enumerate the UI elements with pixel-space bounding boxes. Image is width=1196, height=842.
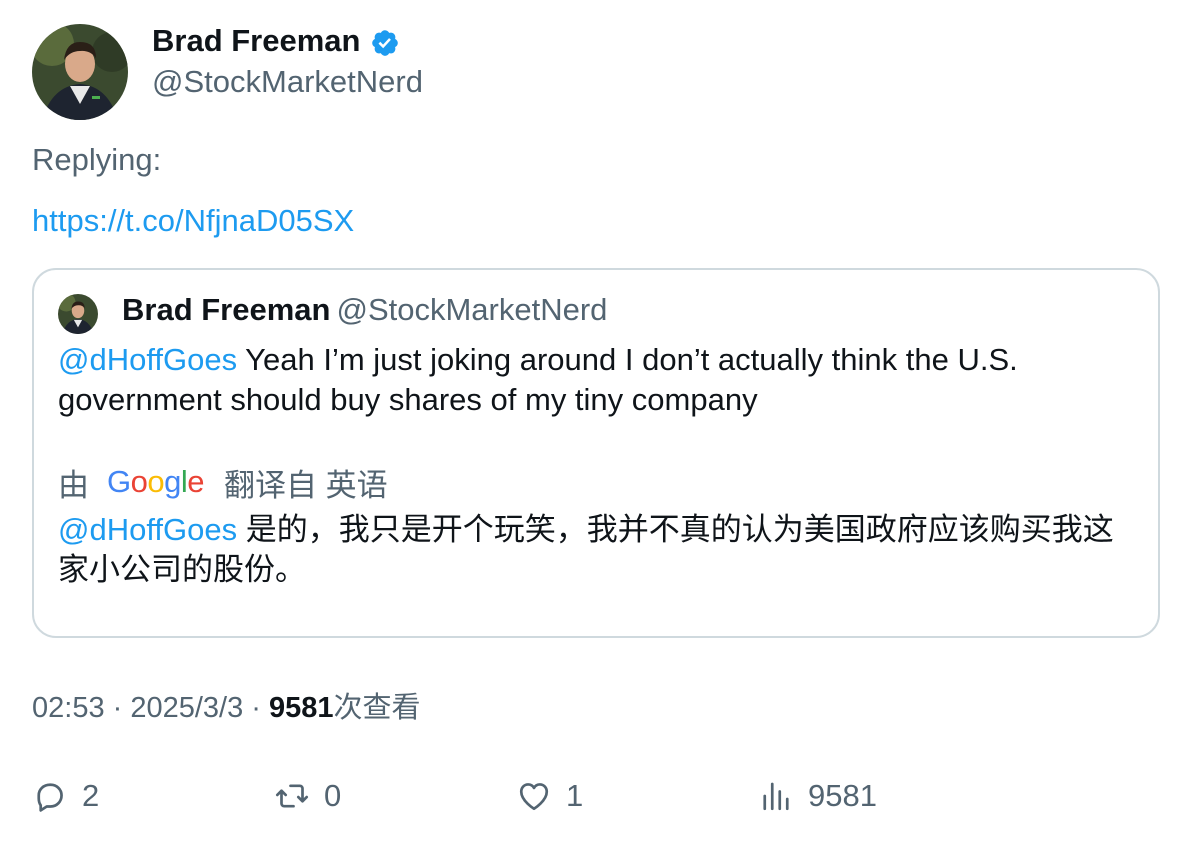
like-count: 1 [566,778,584,813]
reply-icon [37,783,63,812]
translation-attribution: 由 Google 翻译自 英语 [58,462,388,503]
author-name-row: Brad Freeman [152,20,400,62]
translation-by-label: 由 [58,467,89,503]
reply-count: 2 [82,778,100,813]
meta-separator: · [104,692,131,724]
google-logo: Google [107,464,205,499]
translated-text: @dHoffGoes 是的，我只是开个玩笑，我并不真的认为美国政府应该购买我这家… [58,510,1138,590]
tweet-time[interactable]: 02:53 [32,692,105,724]
analytics-icon [763,782,789,811]
author-name[interactable]: Brad Freeman [152,20,360,62]
retweet-count: 0 [324,778,342,813]
author-avatar[interactable] [32,24,128,120]
quoted-tweet-text: @dHoffGoes Yeah I’m just joking around I… [58,340,1138,420]
quoted-author-handle: @StockMarketNerd [336,292,608,327]
quoted-mention[interactable]: @dHoffGoes [58,342,237,377]
quoted-author-name: Brad Freeman [122,292,331,327]
meta-separator-2: · [243,692,270,724]
avatar-image [32,24,128,120]
retweet-button[interactable]: 0 [274,776,341,816]
quoted-header: Brad Freeman @StockMarketNerd [122,290,607,330]
retweet-icon [275,784,309,808]
quoted-avatar-image [58,294,98,334]
views-button[interactable]: 9581 [758,776,877,816]
action-bar: 2 0 1 9581 [32,776,1172,816]
translation-from-label: 翻译自 英语 [224,467,388,503]
quoted-tweet-card[interactable]: Brad Freeman @StockMarketNerd @dHoffGoes … [32,268,1160,638]
verified-badge-icon [372,30,399,56]
quoted-avatar[interactable] [58,294,98,334]
replying-label: Replying: [32,142,162,177]
author-handle[interactable]: @StockMarketNerd [152,62,423,102]
tweet-link[interactable]: https://t.co/NfjnaD05SX [32,201,354,241]
tweet-meta: 02:53 · 2025/3/3 · 9581次查看 [32,688,421,728]
tweet-date[interactable]: 2025/3/3 [130,692,243,724]
views-label: 次查看 [333,692,421,724]
like-button[interactable]: 1 [516,776,583,816]
translated-mention[interactable]: @dHoffGoes [58,512,237,547]
views-count: 9581 [269,692,334,724]
heart-icon [519,783,549,811]
views-action-count: 9581 [808,778,877,813]
reply-button[interactable]: 2 [32,776,99,816]
